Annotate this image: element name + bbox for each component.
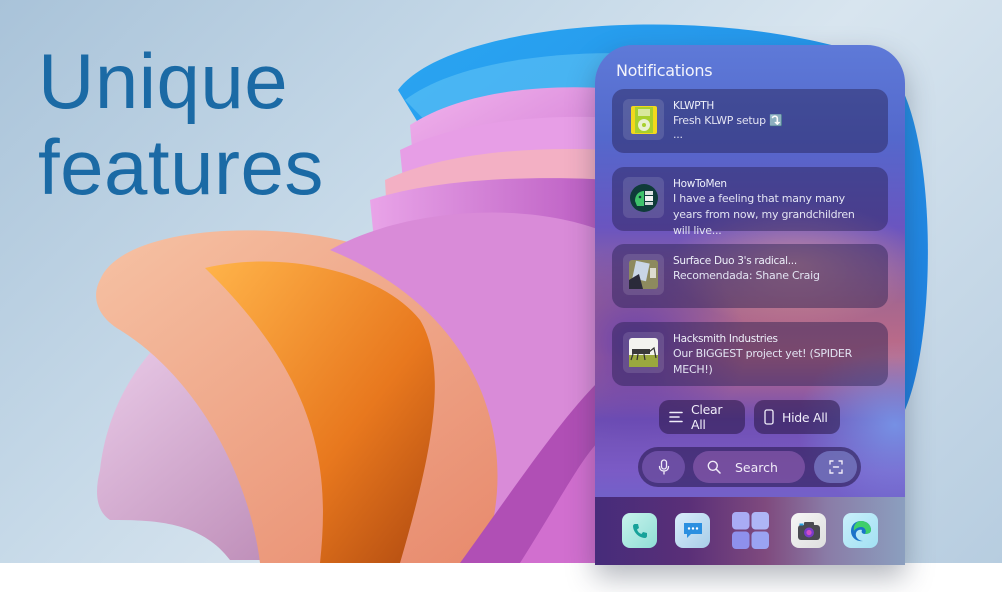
- hide-all-button[interactable]: Hide All: [754, 400, 840, 434]
- notification-text: Recomendada: Shane Craig: [673, 269, 820, 282]
- notification-app-icon: [623, 332, 664, 373]
- notification-item[interactable]: Surface Duo 3's radical... Recomendada: …: [612, 244, 888, 308]
- search-input[interactable]: Search: [693, 451, 805, 483]
- notification-item[interactable]: HowToMen I have a feeling that many many…: [612, 167, 888, 237]
- search-bar: Search: [638, 447, 861, 487]
- notification-app-icon: [623, 254, 664, 295]
- notification-app-name: Surface Duo 3's radical...: [673, 255, 797, 267]
- search-placeholder: Search: [735, 459, 778, 475]
- dock-app-messages[interactable]: [675, 513, 710, 548]
- dock-app-edge[interactable]: [843, 513, 878, 548]
- notification-text: I have a feeling that many many years fr…: [673, 192, 855, 237]
- phone-outline-icon: [764, 409, 774, 425]
- scan-button[interactable]: [814, 451, 857, 483]
- notification-text: Fresh KLWP setup ⤵️: [673, 114, 783, 127]
- notification-app-name: KLWPTH: [673, 100, 714, 112]
- app-dock: [595, 497, 905, 565]
- clear-all-button[interactable]: Clear All: [659, 400, 745, 434]
- spider-mech-thumbnail-icon: [629, 338, 658, 367]
- notification-text: Our BIGGEST project yet! (SPIDER MECH!): [673, 347, 853, 376]
- notification-more: ...: [673, 128, 683, 141]
- notification-item[interactable]: Hacksmith Industries Our BIGGEST project…: [612, 322, 888, 386]
- list-lines-icon: [669, 411, 683, 423]
- notification-item[interactable]: KLWPTH Fresh KLWP setup ⤵️ ...: [612, 89, 888, 153]
- camera-icon: [797, 521, 820, 540]
- dock-app-drawer[interactable]: [732, 512, 769, 549]
- headline-line-2: features: [38, 123, 324, 211]
- app-grid-icon: [732, 512, 769, 549]
- headline: Unique features: [38, 38, 324, 210]
- dock-app-camera[interactable]: [791, 513, 826, 548]
- bottom-white-strip: [0, 563, 1002, 592]
- voice-search-button[interactable]: [642, 451, 685, 483]
- dock-app-phone[interactable]: [622, 513, 657, 548]
- hide-all-label: Hide All: [782, 409, 828, 425]
- messages-icon: [683, 522, 702, 538]
- scan-frame-icon: [828, 460, 843, 474]
- clear-all-label: Clear All: [691, 402, 723, 432]
- microphone-icon: [658, 459, 669, 475]
- phone-icon: [632, 523, 647, 538]
- howtomen-android-icon: [629, 183, 658, 212]
- notification-app-icon: [623, 177, 664, 218]
- headline-line-1: Unique: [38, 37, 289, 125]
- edge-browser-icon: [850, 520, 871, 541]
- video-thumbnail-icon: [629, 260, 658, 289]
- search-icon: [707, 460, 721, 474]
- notifications-title: Notifications: [616, 61, 713, 80]
- notification-app-icon: [623, 99, 664, 140]
- notification-app-name: HowToMen: [673, 178, 727, 190]
- klwp-ipod-icon: [630, 105, 657, 134]
- phone-notification-panel: Notifications KLWPTH Fresh KLWP setup ⤵️…: [595, 45, 905, 565]
- notification-app-name: Hacksmith Industries: [673, 333, 778, 345]
